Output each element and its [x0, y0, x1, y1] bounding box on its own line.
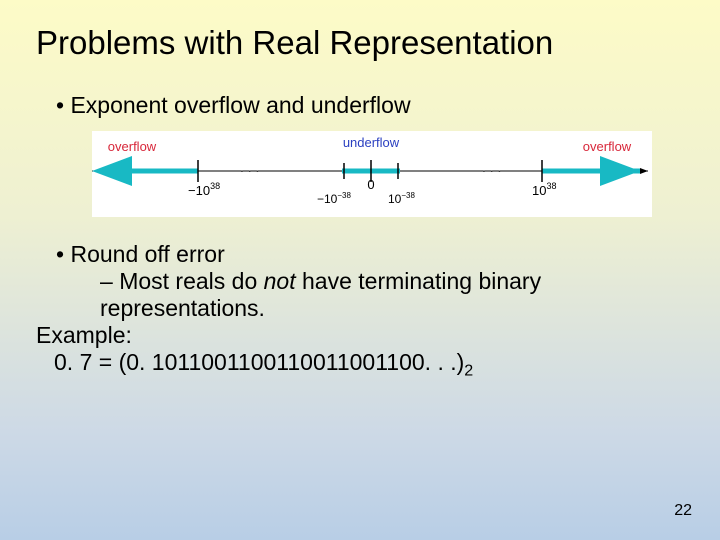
svg-text:−1038: −1038	[188, 181, 220, 198]
page-title: Problems with Real Representation	[0, 0, 720, 62]
example-label: Example:	[36, 322, 684, 349]
svg-text:underflow: underflow	[343, 135, 400, 150]
bullet-roundoff: Round off error Most reals do not have t…	[36, 241, 684, 322]
svg-text:0: 0	[367, 177, 374, 192]
page-number: 22	[674, 502, 692, 520]
svg-text:. . .: . . .	[482, 159, 501, 175]
numberline-figure: . . . . . . overflow underflow overflow …	[92, 131, 652, 217]
svg-text:1038: 1038	[532, 181, 556, 198]
bullet-exponent-overflow: Exponent overflow and underflow	[36, 92, 684, 119]
svg-text:−10−38: −10−38	[317, 191, 351, 206]
sub-bullet: Most reals do not have terminating binar…	[56, 268, 684, 322]
sub-start: Most reals do	[100, 268, 264, 294]
svg-text:10−38: 10−38	[388, 191, 415, 206]
svg-text:. . .: . . .	[240, 159, 259, 175]
numberline-svg: . . . . . . overflow underflow overflow …	[92, 131, 652, 217]
svg-text:overflow: overflow	[108, 139, 157, 154]
roundoff-label: Round off error	[56, 241, 225, 267]
svg-text:overflow: overflow	[583, 139, 632, 154]
slide-content: Exponent overflow and underflow	[0, 62, 720, 381]
example-value: 0. 7 = (0. 1011001100110011001100. . .)2	[36, 349, 684, 381]
not-word: not	[264, 268, 296, 294]
